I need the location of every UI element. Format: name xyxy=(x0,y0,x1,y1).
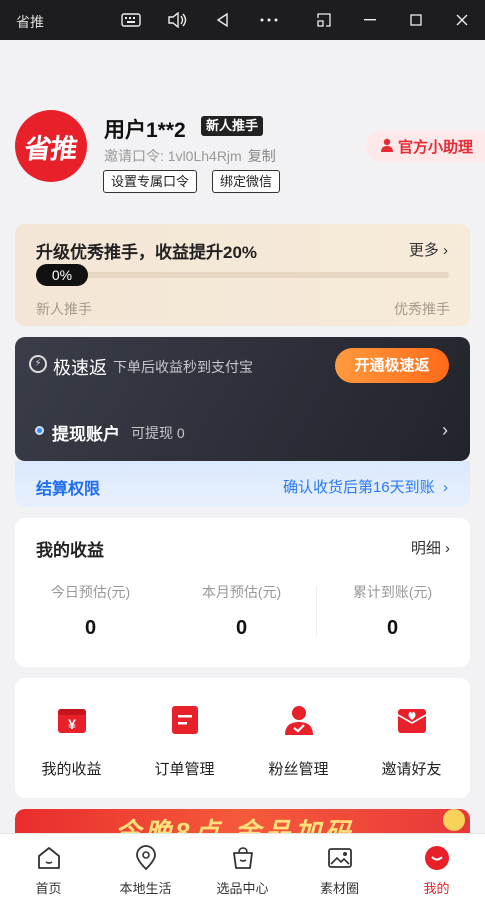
back-icon[interactable] xyxy=(210,8,236,32)
more-link[interactable]: 更多 › xyxy=(409,239,448,260)
maximize-icon[interactable] xyxy=(403,8,429,32)
volume-icon[interactable] xyxy=(164,8,190,32)
tools-card: ¥ 我的收益 订单管理 粉丝管理 邀请好友 xyxy=(15,678,470,798)
promo-banner[interactable]: 今晚8点 金品加码 xyxy=(15,809,470,833)
tool-label: 粉丝管理 xyxy=(268,761,329,778)
tab-label: 首页 xyxy=(35,881,62,896)
settlement-desc: 确认收货后第16天到账 xyxy=(282,479,435,496)
chevron-right-icon: › xyxy=(443,242,448,259)
restore-icon[interactable] xyxy=(311,8,337,32)
bottom-tab-bar: 首页 本地生活 选品中心 素材圈 我的 xyxy=(0,833,485,903)
home-icon xyxy=(35,844,63,872)
settlement-desc-line: 确认收货后第16天到账 › xyxy=(283,476,448,497)
tab-mine[interactable]: 我的 xyxy=(388,844,485,897)
tool-fans-management[interactable]: 粉丝管理 xyxy=(242,703,355,779)
more-label: 更多 xyxy=(408,242,439,259)
keyboard-icon[interactable] xyxy=(118,8,144,32)
withdrawable-amount: 可提现 0 xyxy=(131,425,185,441)
wallet-yen-icon: ¥ xyxy=(55,703,89,737)
fans-icon xyxy=(282,703,316,737)
tool-label: 邀请好友 xyxy=(381,761,442,778)
stat-label: 本月预估(元) xyxy=(201,584,282,600)
stat-value: 0 xyxy=(235,617,248,639)
copy-button[interactable]: 复制 xyxy=(248,148,276,164)
tab-material-circle[interactable]: 素材圈 xyxy=(291,844,388,897)
stat-month[interactable]: 本月预估(元) 0 xyxy=(166,582,317,640)
image-icon xyxy=(326,844,354,872)
invite-code: 邀请口令: 1vl0Lh4Rjm xyxy=(104,148,242,164)
more-icon[interactable] xyxy=(256,8,282,32)
open-fast-rebate-button[interactable]: 开通极速返 xyxy=(335,348,449,383)
tool-order-management[interactable]: 订单管理 xyxy=(128,703,241,779)
tab-label: 我的 xyxy=(423,881,450,896)
earnings-detail-link[interactable]: 明细 › xyxy=(411,537,450,558)
assistant-person-icon xyxy=(380,138,394,155)
svg-text:¥: ¥ xyxy=(68,716,76,732)
tab-home[interactable]: 首页 xyxy=(0,844,97,897)
official-assistant-button[interactable]: 官方小助理 xyxy=(366,131,485,162)
chevron-right-icon: › xyxy=(445,540,450,557)
location-icon xyxy=(132,844,160,872)
tab-label: 本地生活 xyxy=(119,881,172,896)
lightning-icon: ⚡ xyxy=(29,355,47,373)
tab-product-center[interactable]: 选品中心 xyxy=(194,844,291,897)
fast-rebate-desc: 下单后收益秒到支付宝 xyxy=(113,359,253,375)
assistant-label: 官方小助理 xyxy=(398,139,474,156)
level-upgrade-title: 升级优秀推手，收益提升20% xyxy=(36,243,258,262)
stat-value: 0 xyxy=(84,617,97,639)
level-badge: 新人推手 xyxy=(201,116,264,136)
next-level-label: 优秀推手 xyxy=(394,301,450,317)
earnings-card: 我的收益 明细 › 今日预估(元) 0 本月预估(元) 0 累计到账(元) 0 xyxy=(15,518,470,667)
minimize-icon[interactable] xyxy=(357,8,383,32)
earnings-title: 我的收益 xyxy=(36,541,104,560)
settlement-permission-row[interactable]: 结算权限 确认收货后第16天到账 › xyxy=(15,461,470,507)
fast-rebate-title: 极速返 xyxy=(53,358,107,378)
level-upgrade-card[interactable]: 升级优秀推手，收益提升20% 更多 › 0% 新人推手 优秀推手 xyxy=(15,224,470,326)
level-progress-track xyxy=(36,272,449,278)
bind-wechat-button[interactable]: 绑定微信 xyxy=(212,170,281,193)
chevron-right-icon: › xyxy=(438,479,448,496)
withdraw-account-title[interactable]: 提现账户 xyxy=(52,420,120,445)
avatar-logo-text: 省推 xyxy=(22,133,79,164)
stat-label: 累计到账(元) xyxy=(352,584,433,600)
stat-today[interactable]: 今日预估(元) 0 xyxy=(15,582,166,640)
invite-envelope-icon xyxy=(395,703,429,737)
current-level-label: 新人推手 xyxy=(36,301,92,317)
shopping-bag-icon xyxy=(229,844,257,872)
profile-icon xyxy=(423,844,451,872)
avatar[interactable]: 省推 xyxy=(15,110,87,182)
close-icon[interactable] xyxy=(449,8,475,32)
tab-label: 素材圈 xyxy=(319,881,359,896)
promo-banner-text: 今晚8点 金品加码 xyxy=(115,817,355,833)
order-icon xyxy=(168,703,202,737)
stat-value: 0 xyxy=(386,617,399,639)
tool-label: 我的收益 xyxy=(41,761,102,778)
set-code-button[interactable]: 设置专属口令 xyxy=(103,170,198,193)
invite-code-line: 邀请口令: 1vl0Lh4Rjm 复制 xyxy=(104,146,276,166)
fast-rebate-card: ⚡ 极速返 下单后收益秒到支付宝 开通极速返 提现账户 可提现 0 › xyxy=(15,337,470,461)
username: 用户1**2 xyxy=(104,119,186,142)
level-progress-label: 0% xyxy=(36,264,88,286)
coin-icon xyxy=(443,809,465,831)
tab-local-life[interactable]: 本地生活 xyxy=(97,844,194,897)
settlement-title: 结算权限 xyxy=(36,481,101,498)
tool-label: 订单管理 xyxy=(154,761,215,778)
tab-label: 选品中心 xyxy=(216,881,269,896)
detail-label: 明细 xyxy=(410,540,441,557)
stat-total[interactable]: 累计到账(元) 0 xyxy=(317,582,468,640)
stat-label: 今日预估(元) xyxy=(50,584,131,600)
withdraw-dot-icon xyxy=(35,426,44,435)
window-titlebar: 省推 xyxy=(0,0,485,40)
tool-invite-friends[interactable]: 邀请好友 xyxy=(355,703,468,779)
tool-my-earnings[interactable]: ¥ 我的收益 xyxy=(15,703,128,779)
window-title: 省推 xyxy=(16,14,44,30)
chevron-right-icon[interactable]: › xyxy=(442,420,448,441)
